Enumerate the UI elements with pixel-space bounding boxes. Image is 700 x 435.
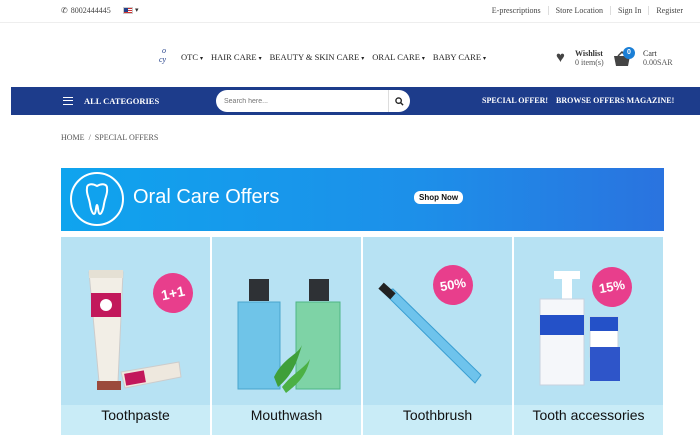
- wishlist-count: 0 item(s): [575, 58, 604, 67]
- wishlist-label: Wishlist: [575, 49, 603, 58]
- us-flag-icon[interactable]: [123, 7, 133, 14]
- tile-label: Toothbrush: [402, 407, 473, 423]
- accessories-image: [514, 237, 663, 405]
- chevron-down-icon[interactable]: ▾: [135, 6, 139, 14]
- tile-label: Mouthwash: [250, 407, 323, 423]
- browse-magazine-link[interactable]: BROWSE OFFERS MAGAZINE!: [556, 96, 674, 105]
- cart-total: 0.00SAR: [643, 58, 673, 67]
- chevron-down-icon: ▾: [361, 56, 365, 62]
- all-categories-button[interactable]: ALL CATEGORIES: [84, 96, 159, 106]
- tile-label: Tooth accessories: [532, 407, 645, 423]
- cart-button[interactable]: 0 Cart 0.00SAR: [613, 47, 673, 67]
- special-offer-link[interactable]: SPECIAL OFFER!: [482, 96, 548, 105]
- search-box: [216, 90, 410, 112]
- link-sign-in[interactable]: Sign In: [609, 6, 648, 15]
- tile-tooth-accessories[interactable]: 15% Tooth accessories: [514, 237, 663, 435]
- breadcrumb-separator: /: [88, 133, 91, 142]
- breadcrumb: HOME / SPECIAL OFFERS: [61, 133, 158, 142]
- logo[interactable]: o cy: [159, 46, 166, 64]
- nav-label: BABY CARE: [432, 52, 482, 62]
- toothpaste-image: [61, 237, 210, 405]
- chevron-down-icon: ▾: [483, 56, 487, 62]
- link-e-prescriptions[interactable]: E-prescriptions: [485, 6, 548, 15]
- nav-item-baby-care[interactable]: BABY CARE ▾: [433, 52, 486, 62]
- top-bar: ✆ 8002444445 ▾ E-prescriptions Store Loc…: [0, 0, 700, 23]
- cart-label: Cart: [643, 49, 657, 58]
- nav-label: OTC: [181, 52, 198, 62]
- main-nav: OTC ▾ HAIR CARE ▾ BEAUTY & SKIN CARE ▾ ORAL…: [181, 52, 486, 62]
- phone-text: 8002444445: [70, 6, 111, 15]
- nav-label: HAIR CARE: [211, 52, 257, 62]
- tile-label: Toothpaste: [101, 407, 170, 423]
- product-tiles: 1+1 Toothpaste Mouthwash 50% Toothbrush …: [61, 237, 664, 435]
- category-bar: ALL CATEGORIES SPECIAL OFFER! BROWSE OFF…: [11, 87, 700, 115]
- heart-icon: ♥: [556, 50, 565, 66]
- nav-item-hair-care[interactable]: HAIR CARE ▾: [211, 52, 262, 62]
- banner-title: Oral Care Offers: [133, 186, 280, 208]
- cart-count-badge: 0: [623, 47, 635, 59]
- tile-toothpaste[interactable]: 1+1 Toothpaste: [61, 237, 210, 435]
- link-register[interactable]: Register: [648, 6, 690, 15]
- tile-mouthwash[interactable]: Mouthwash: [212, 237, 361, 435]
- chevron-down-icon: ▾: [421, 56, 425, 62]
- search-button[interactable]: [388, 90, 410, 112]
- tooth-icon: [70, 172, 124, 226]
- chevron-down-icon: ▾: [258, 56, 262, 62]
- search-input[interactable]: [224, 94, 384, 108]
- link-store-location[interactable]: Store Location: [547, 6, 610, 15]
- logo-fragment-bottom: cy: [159, 55, 167, 64]
- basket-icon: 0: [613, 47, 635, 67]
- logo-fragment-top: o: [162, 46, 166, 55]
- breadcrumb-current: SPECIAL OFFERS: [94, 133, 159, 142]
- chevron-down-icon: ▾: [200, 56, 204, 62]
- wishlist-button[interactable]: ♥ Wishlist 0 item(s): [556, 49, 604, 67]
- mouthwash-image: [212, 237, 361, 405]
- search-icon: [395, 96, 404, 106]
- shop-now-button[interactable]: Shop Now: [414, 191, 464, 204]
- toothbrush-image: [363, 237, 512, 405]
- tile-toothbrush[interactable]: 50% Toothbrush: [363, 237, 512, 435]
- nav-item-beauty-skin-care[interactable]: BEAUTY & SKIN CARE ▾: [270, 52, 365, 62]
- top-links: E-prescriptions Store Location Sign In R…: [485, 6, 690, 15]
- menu-icon[interactable]: [63, 97, 73, 105]
- nav-item-otc[interactable]: OTC ▾: [181, 52, 203, 62]
- nav-label: BEAUTY & SKIN CARE: [269, 52, 360, 62]
- breadcrumb-home[interactable]: HOME: [61, 133, 85, 142]
- oral-care-banner[interactable]: Oral Care Offers Shop Now: [61, 168, 664, 231]
- nav-item-oral-care[interactable]: ORAL CARE ▾: [372, 52, 425, 62]
- phone-number[interactable]: ✆ 8002444445: [61, 6, 111, 15]
- nav-label: ORAL CARE: [372, 52, 420, 62]
- phone-icon: ✆: [61, 6, 68, 15]
